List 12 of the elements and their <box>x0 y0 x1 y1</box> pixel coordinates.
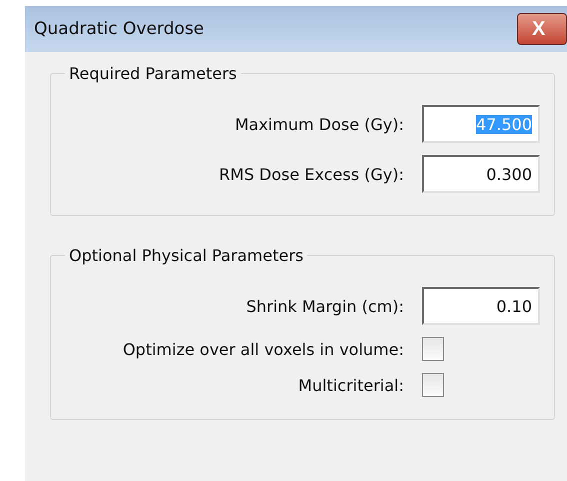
field-label: Shrink Margin (cm): <box>246 296 404 316</box>
field-label: RMS Dose Excess (Gy): <box>219 164 404 184</box>
field-label: Maximum Dose (Gy): <box>234 114 404 134</box>
input-field[interactable]: 0.300 <box>422 155 540 193</box>
group-title: Optional Physical Parameters <box>68 246 304 265</box>
checkbox[interactable] <box>422 373 444 397</box>
field-label: Multicriterial: <box>298 376 404 394</box>
input-field[interactable]: 0.10 <box>422 287 540 325</box>
window-title: Quadratic Overdose <box>34 19 204 39</box>
group-title: Required Parameters <box>68 64 238 83</box>
checkbox[interactable] <box>422 337 444 361</box>
field-label: Optimize over all voxels in volume: <box>122 340 404 358</box>
